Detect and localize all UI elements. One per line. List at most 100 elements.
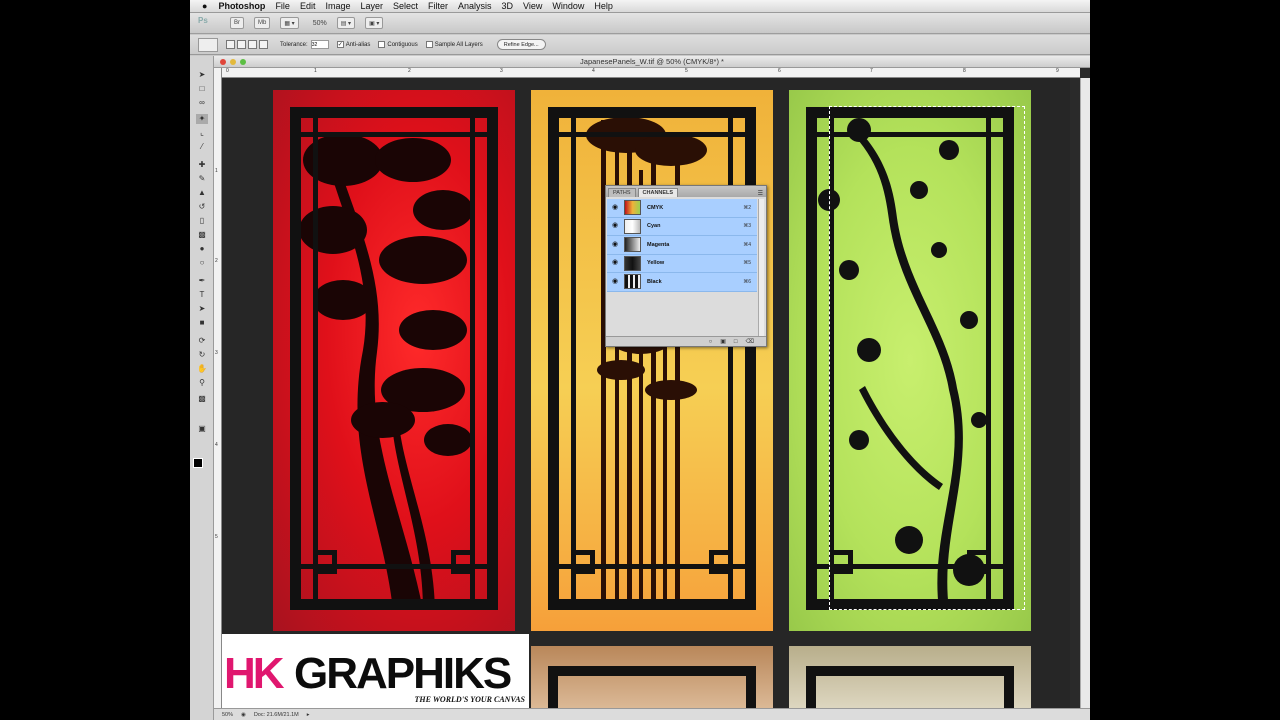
path-selection-tool-icon[interactable]: ➤ [196,304,208,314]
menu-file[interactable]: File [270,1,295,11]
channel-row-cmyk[interactable]: ◉ CMYK ⌘2 [607,199,757,218]
channel-list: ◉ CMYK ⌘2 ◉ Cyan ⌘3 ◉ Magenta ⌘4 ◉ Yello… [607,199,757,292]
refine-edge-button[interactable]: Refine Edge... [496,39,546,50]
move-tool-icon[interactable]: ➤ [196,70,208,80]
blur-tool-icon[interactable]: ● [196,244,208,254]
pen-tool-icon[interactable]: ✒ [196,276,208,286]
visibility-eye-icon[interactable]: ◉ [610,258,620,268]
zoom-level-select[interactable]: 50% [313,20,327,27]
panel-menu-icon[interactable]: ☰ [758,190,763,197]
logo-hk-text: HK [224,649,285,698]
channels-scrollbar[interactable] [758,199,764,337]
zoom-tool-icon[interactable]: ⚲ [196,378,208,388]
menu-view[interactable]: View [518,1,547,11]
channel-row-black[interactable]: ◉ Black ⌘6 [607,273,757,292]
tolerance-input[interactable] [310,40,329,49]
channel-row-yellow[interactable]: ◉ Yellow ⌘5 [607,254,757,273]
logo-tagline: THE WORLD'S YOUR CANVAS [414,695,525,704]
selection-mode-group [226,40,270,49]
status-menu-icon[interactable]: ◉ [241,712,246,718]
dodge-tool-icon[interactable]: ○ [196,258,208,268]
launch-bridge-button[interactable]: Br [230,17,244,29]
hand-tool-icon[interactable]: ✋ [196,364,208,374]
status-arrow-icon[interactable]: ▸ [307,712,310,718]
channel-row-cyan[interactable]: ◉ Cyan ⌘3 [607,217,757,236]
lower-tan-panel [789,646,1031,708]
visibility-eye-icon[interactable]: ◉ [610,221,620,231]
menu-select[interactable]: Select [388,1,423,11]
eyedropper-tool-icon[interactable]: ⁄ [196,142,208,152]
healing-brush-tool-icon[interactable]: ✚ [196,160,208,170]
lasso-tool-icon[interactable]: ∞ [196,98,208,108]
intersect-selection-icon[interactable] [259,40,268,49]
menu-layer[interactable]: Layer [355,1,388,11]
channel-shortcut: ⌘2 [743,204,751,211]
brush-tool-icon[interactable]: ✎ [196,174,208,184]
default-colors-icon[interactable]: ▩ [196,394,208,404]
shape-tool-icon[interactable]: ■ [196,318,208,328]
marquee-tool-icon[interactable]: □ [196,84,208,94]
trash-icon[interactable]: ⌫ [746,338,754,345]
hk-graphiks-logo: HK GRAPHIKS THE WORLD'S YOUR CANVAS [222,634,529,708]
anti-alias-checkbox[interactable]: ✓ [336,41,344,48]
menu-filter[interactable]: Filter [423,1,453,11]
add-selection-icon[interactable] [237,40,246,49]
menu-edit[interactable]: Edit [295,1,321,11]
gradient-tool-icon[interactable]: ▩ [196,230,208,240]
tab-channels[interactable]: CHANNELS [637,188,679,197]
apple-menu-icon[interactable]: ● [190,1,213,11]
arrange-documents-button[interactable]: ▤ ▾ [336,17,356,29]
tool-preset-picker[interactable] [198,37,218,52]
menu-help[interactable]: Help [589,1,618,11]
screen-mode-button[interactable]: ▣ ▾ [365,17,384,29]
foreground-color-swatch[interactable] [193,458,203,468]
channel-thumbnail [624,218,641,234]
ruler-tick-label: 4 [215,442,218,448]
visibility-eye-icon[interactable]: ◉ [610,277,620,287]
menu-3d[interactable]: 3D [497,1,519,11]
contiguous-label: Contiguous [387,41,418,48]
vertical-ruler[interactable]: 1 2 3 4 5 [214,68,222,708]
image-canvas[interactable]: PATHS CHANNELS ☰ ◉ CMYK ⌘2 ◉ Cyan ⌘3 ◉ M… [222,78,1070,708]
magic-wand-tool-icon[interactable]: ✦ [196,114,208,124]
new-selection-icon[interactable] [226,40,235,49]
contiguous-checkbox[interactable] [378,41,386,48]
history-brush-tool-icon[interactable]: ↺ [196,202,208,212]
minimize-window-icon[interactable] [230,59,236,65]
menu-image[interactable]: Image [320,1,355,11]
load-selection-icon[interactable]: ○ [709,339,713,345]
channel-name: Yellow [647,260,665,267]
quick-mask-icon[interactable]: ▣ [196,424,208,434]
zoom-status[interactable]: 50% [222,712,233,718]
channel-row-magenta[interactable]: ◉ Magenta ⌘4 [607,236,757,255]
visibility-eye-icon[interactable]: ◉ [610,203,620,213]
eraser-tool-icon[interactable]: ▯ [196,216,208,226]
menu-photoshop[interactable]: Photoshop [213,1,270,11]
channels-panel-footer: ○ ▣ □ ⌫ [606,336,766,346]
vertical-scrollbar[interactable] [1080,78,1090,708]
type-tool-icon[interactable]: T [196,290,208,300]
visibility-eye-icon[interactable]: ◉ [610,240,620,250]
lower-brown-panel [531,646,773,708]
crop-tool-icon[interactable]: ⌞ [196,128,208,138]
close-window-icon[interactable] [220,59,226,65]
menu-analysis[interactable]: Analysis [453,1,497,11]
application-bar: Ps Br Mb ▦ ▾ 50% ▤ ▾ ▣ ▾ [190,13,1090,34]
sample-all-layers-checkbox[interactable] [425,41,433,48]
3d-rotate-tool-icon[interactable]: ⟳ [196,336,208,346]
orange-bamboo-panel [531,90,773,631]
tab-paths[interactable]: PATHS [608,188,636,197]
save-selection-icon[interactable]: ▣ [720,338,726,345]
zoom-window-icon[interactable] [240,59,246,65]
new-channel-icon[interactable]: □ [734,339,738,345]
launch-mini-bridge-button[interactable]: Mb [254,17,271,29]
anti-alias-label: Anti-alias [345,41,371,48]
ruler-tick-label: 2 [215,258,218,264]
view-extras-button[interactable]: ▦ ▾ [280,17,299,29]
subtract-selection-icon[interactable] [248,40,257,49]
clone-stamp-tool-icon[interactable]: ▲ [196,188,208,198]
3d-orbit-tool-icon[interactable]: ↻ [196,350,208,360]
menu-window[interactable]: Window [547,1,589,11]
panel-outer-frame [806,666,1014,708]
horizontal-ruler[interactable]: 0 1 2 3 4 5 6 7 8 9 [222,68,1080,78]
